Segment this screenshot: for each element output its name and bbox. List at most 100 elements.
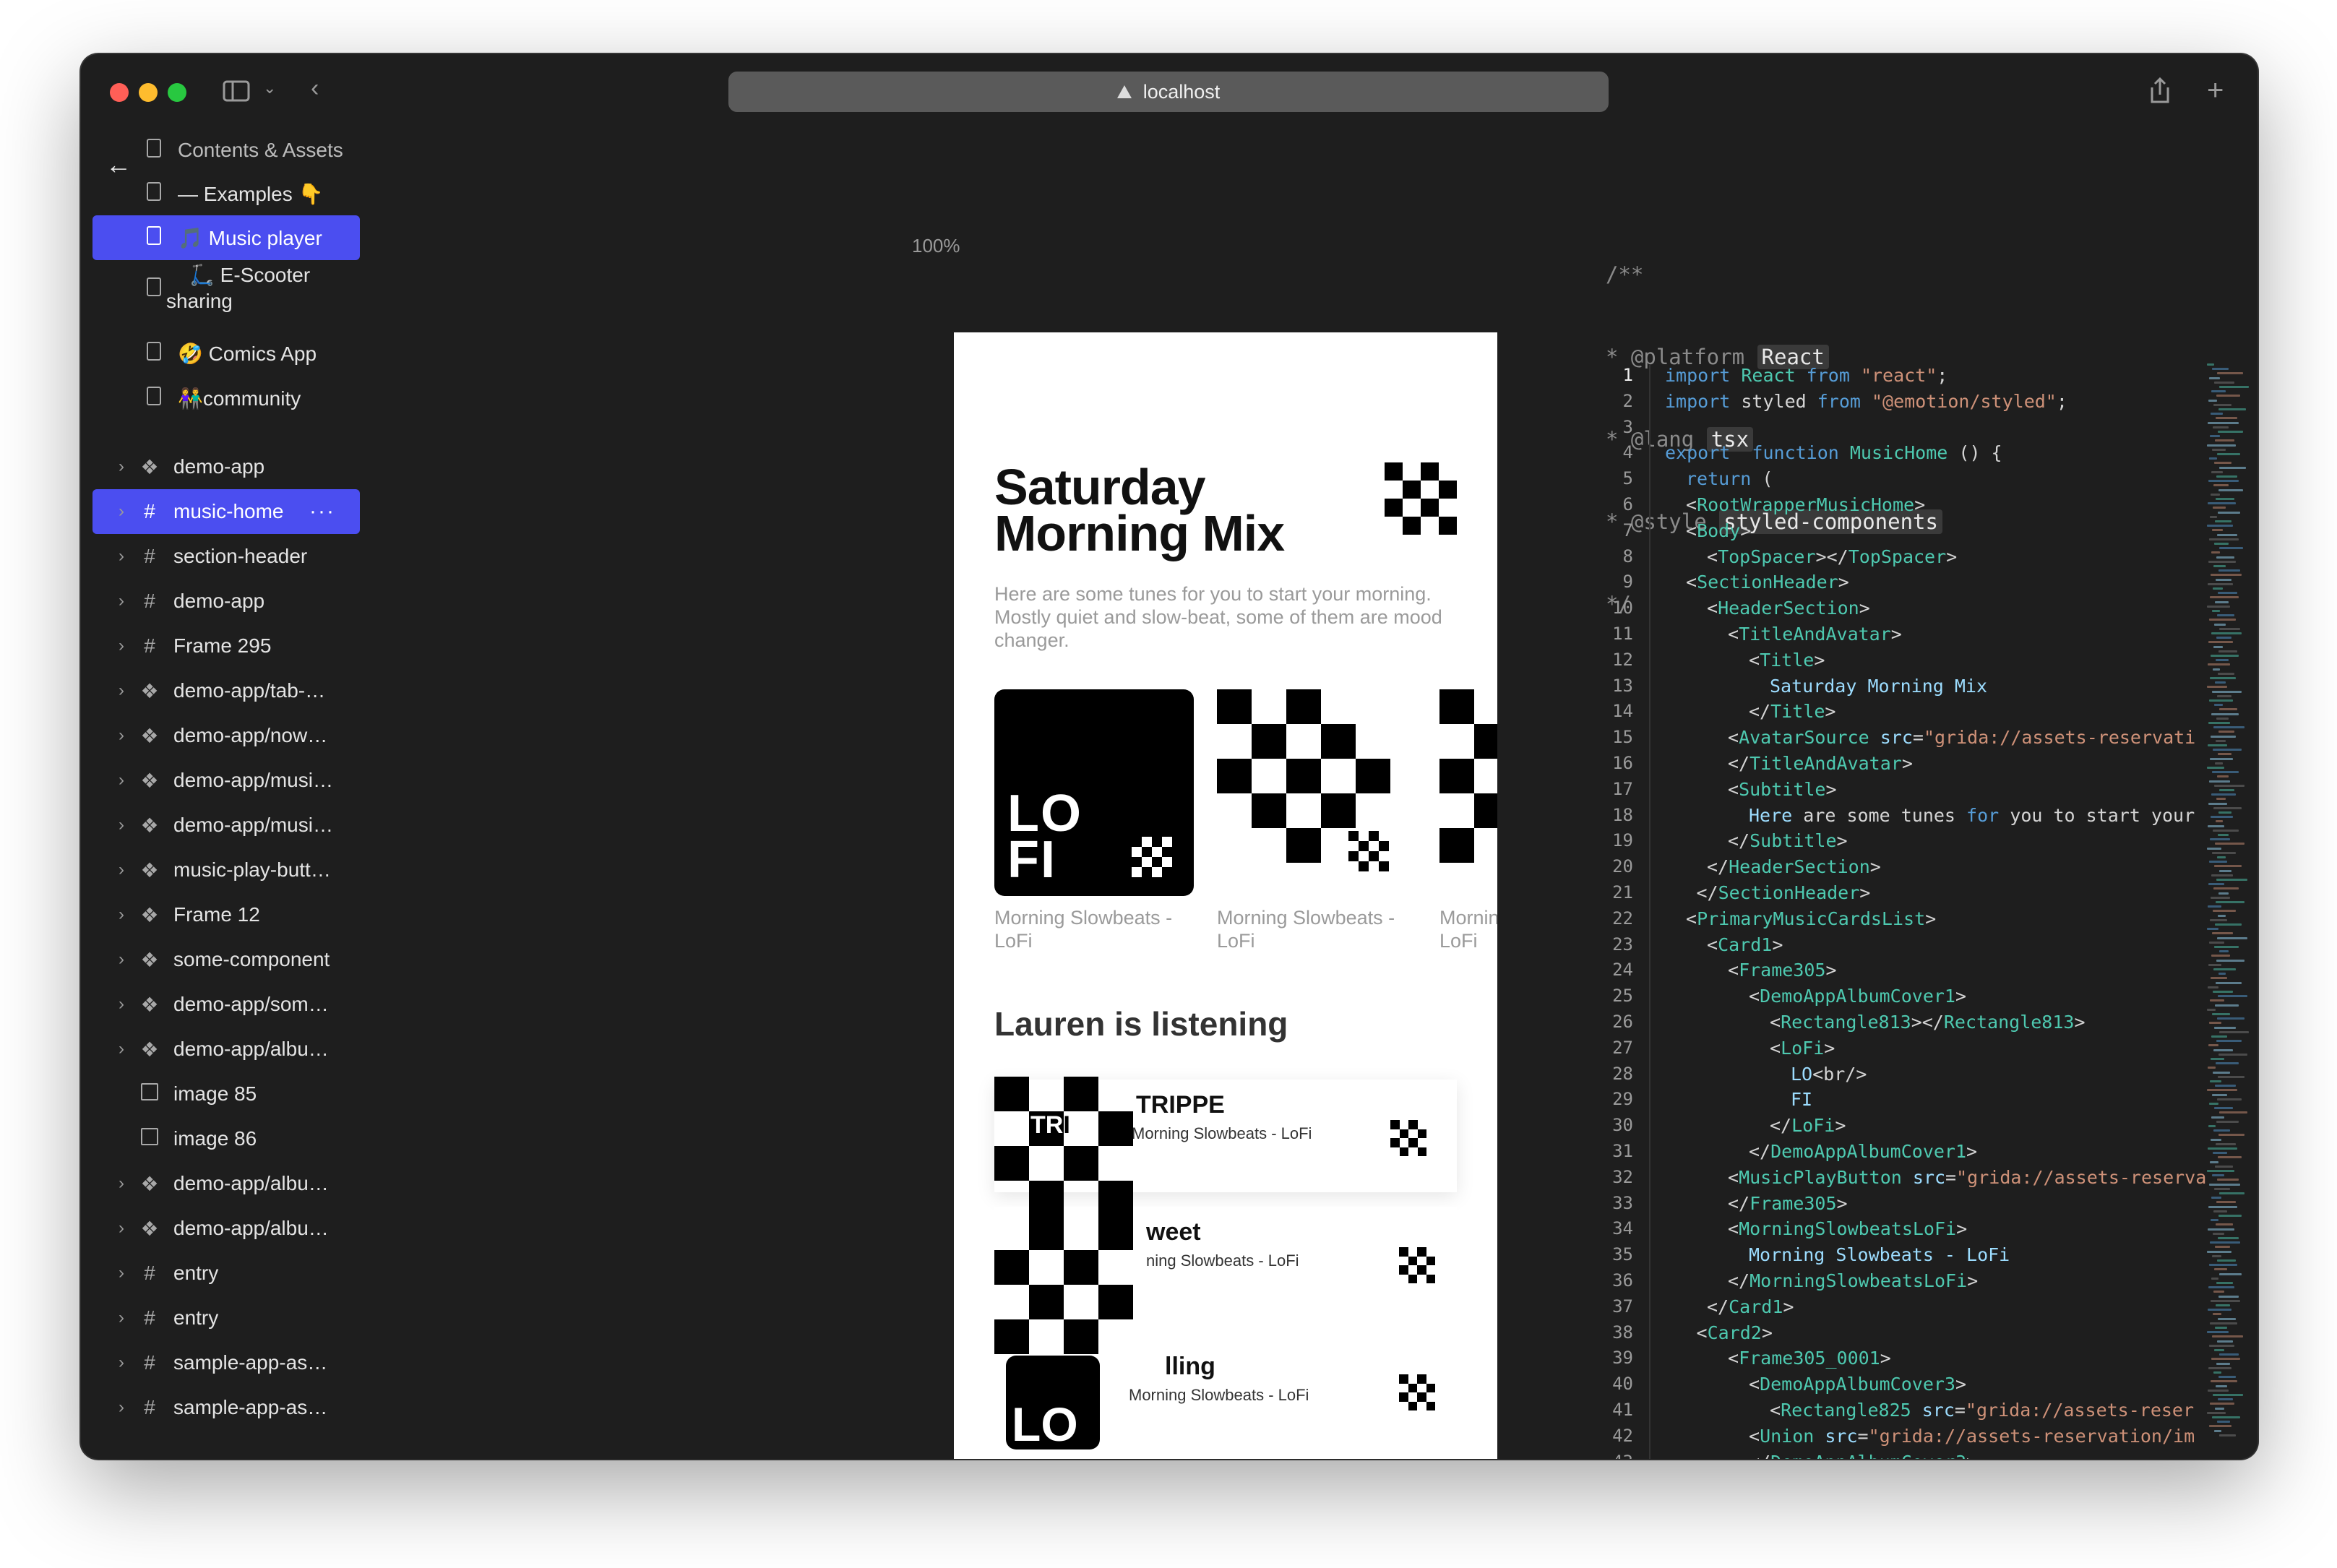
code-line[interactable]: <Card1> [1707, 934, 1783, 955]
code-line[interactable]: return ( [1686, 468, 1773, 489]
play-button-icon[interactable] [1399, 1374, 1435, 1410]
zoom-window-button[interactable] [168, 83, 186, 102]
address-bar[interactable]: localhost [728, 72, 1609, 112]
sidebar-item-component[interactable]: › ❖ demo-app/albu… [92, 1161, 360, 1206]
chevron-right-icon[interactable]: › [119, 994, 124, 1015]
sidebar-item-frame[interactable]: › # Frame 295 [92, 624, 360, 668]
chevron-right-icon[interactable]: › [119, 1039, 124, 1059]
code-line[interactable]: <Frame305> [1728, 960, 1837, 981]
code-line[interactable]: </TitleAndAvatar> [1728, 753, 1913, 774]
code-line[interactable]: Saturday Morning Mix [1770, 676, 1987, 697]
code-line[interactable]: <PrimaryMusicCardsList> [1686, 908, 1936, 929]
code-line[interactable]: </DemoAppAlbumCover3> [1749, 1452, 1977, 1459]
code-line[interactable]: <HeaderSection> [1707, 598, 1870, 619]
chevron-right-icon[interactable]: › [119, 457, 124, 477]
sidebar-item-image[interactable]: image 85 [92, 1072, 360, 1116]
sidebar-item-page[interactable]: 🎵 Music player [92, 215, 360, 260]
chevron-right-icon[interactable]: › [119, 860, 124, 880]
chevron-right-icon[interactable]: › [119, 1397, 124, 1418]
code-line[interactable]: </LoFi> [1770, 1115, 1846, 1136]
code-line[interactable]: <Rectangle825 src="grida://assets-reser [1770, 1400, 2194, 1421]
code-line[interactable]: </Subtitle> [1728, 830, 1848, 851]
chevron-right-icon[interactable]: › [119, 501, 124, 522]
code-line[interactable]: <MorningSlowbeatsLoFi> [1728, 1218, 1967, 1239]
sidebar-item-frame[interactable]: › # demo-app [92, 579, 360, 624]
sidebar-toggle-icon[interactable] [223, 80, 250, 106]
chevron-right-icon[interactable]: › [119, 681, 124, 701]
chevron-right-icon[interactable]: › [119, 770, 124, 791]
code-line[interactable]: </DemoAppAlbumCover1> [1749, 1141, 1977, 1162]
minimize-window-button[interactable] [139, 83, 158, 102]
code-line[interactable]: <SectionHeader> [1686, 572, 1849, 593]
sidebar-item-component[interactable]: › ❖ demo-app/musi… [92, 803, 360, 848]
sidebar-item-frame[interactable]: › # sample-app-as… [92, 1385, 360, 1430]
sidebar-item-component[interactable]: › ❖ demo-app [92, 444, 360, 489]
chevron-right-icon[interactable]: › [119, 1353, 124, 1373]
back-nav-icon[interactable]: ‹ [311, 76, 319, 100]
sidebar-item-component[interactable]: › ❖ demo-app/albu… [92, 1027, 360, 1072]
code-line[interactable]: <RootWrapperMusicHome> [1686, 494, 1925, 515]
code-line[interactable]: </Frame305> [1728, 1193, 1848, 1214]
close-window-button[interactable] [110, 83, 129, 102]
sidebar-item-frame[interactable]: › # sample-app-as… [92, 1340, 360, 1385]
code-line[interactable]: <Card2> [1697, 1322, 1773, 1343]
new-tab-icon[interactable]: + [2207, 76, 2224, 105]
design-canvas[interactable]: 100% Saturday Morning Mix Here are some … [370, 134, 1583, 1459]
code-line[interactable]: <TopSpacer></TopSpacer> [1707, 546, 1957, 567]
code-line[interactable]: <Body> [1686, 520, 1751, 541]
code-line[interactable]: export function MusicHome () { [1665, 442, 2002, 463]
code-minimap[interactable] [2207, 363, 2250, 1447]
code-line[interactable]: </SectionHeader> [1697, 882, 1871, 903]
chevron-right-icon[interactable]: › [119, 725, 124, 746]
more-options-icon[interactable]: ··· [309, 499, 335, 524]
chevron-right-icon[interactable]: › [119, 1263, 124, 1283]
sidebar-item-page[interactable]: 👫community [92, 376, 360, 421]
chevron-right-icon[interactable]: › [119, 949, 124, 970]
sidebar-item-frame[interactable]: › # entry [92, 1296, 360, 1340]
album-cover-partial[interactable] [1439, 689, 1497, 863]
code-line[interactable]: <Rectangle813></Rectangle813> [1770, 1012, 2086, 1033]
sidebar-item-frame[interactable]: › # entry [92, 1251, 360, 1296]
code-line[interactable]: <Union src="grida://assets-reservation/i… [1749, 1426, 2195, 1447]
code-line[interactable]: Morning Slowbeats - LoFi [1749, 1244, 2010, 1265]
play-button-icon[interactable] [1399, 1247, 1435, 1283]
code-panel[interactable]: /** * @platform React * @lang tsx * @sty… [1583, 134, 2258, 1459]
sidebar-item-component[interactable]: › ❖ demo-app/tab-… [92, 668, 360, 713]
sidebar-item-page[interactable]: Contents & Assets [92, 134, 360, 173]
play-button-icon[interactable] [1132, 837, 1172, 877]
code-line[interactable]: <LoFi> [1770, 1038, 1835, 1059]
code-line[interactable]: <MusicPlayButton src="grida://assets-res… [1728, 1167, 2206, 1188]
chevron-right-icon[interactable]: › [119, 815, 124, 835]
code-line[interactable]: <AvatarSource src="grida://assets-reserv… [1728, 727, 2195, 748]
chevron-right-icon[interactable]: › [119, 1218, 124, 1239]
album-cover-lofi[interactable]: LO FI [994, 689, 1194, 896]
chevron-right-icon[interactable]: › [119, 905, 124, 925]
code-line[interactable]: <DemoAppAlbumCover3> [1749, 1374, 1966, 1395]
chevron-right-icon[interactable]: › [119, 591, 124, 611]
code-line[interactable]: </Title> [1749, 701, 1835, 722]
sidebar-item-frame[interactable]: › # section-header [92, 534, 360, 579]
code-line[interactable]: </Card1> [1707, 1296, 1794, 1317]
code-line[interactable]: import React from "react"; [1665, 365, 1948, 386]
code-line[interactable]: FI [1791, 1089, 1812, 1110]
music-home-artboard[interactable]: Saturday Morning Mix Here are some tunes… [954, 332, 1497, 1459]
sidebar-item-frame[interactable]: › # music-home ··· [92, 489, 360, 534]
play-button-icon[interactable] [1348, 831, 1389, 871]
chevron-down-icon[interactable]: ⌄ [263, 80, 276, 96]
chevron-right-icon[interactable]: › [119, 636, 124, 656]
sidebar-item-page[interactable]: — Examples 👇 [92, 171, 360, 216]
sidebar-item-component[interactable]: › ❖ demo-app/musi… [92, 758, 360, 803]
sidebar-item-component[interactable]: › ❖ demo-app/som… [92, 982, 360, 1027]
code-line[interactable]: <Frame305_0001> [1728, 1348, 1891, 1369]
share-icon[interactable] [2149, 77, 2171, 109]
sidebar-item-image[interactable]: image 86 [92, 1116, 360, 1161]
code-line[interactable]: import styled from "@emotion/styled"; [1665, 391, 2067, 412]
sidebar-item-component[interactable]: › ❖ Frame 12 [92, 892, 360, 937]
chevron-right-icon[interactable]: › [119, 1308, 124, 1328]
sidebar-item-component[interactable]: › ❖ demo-app/now… [92, 713, 360, 758]
play-button-icon[interactable] [1390, 1120, 1426, 1156]
code-line[interactable]: <Title> [1749, 650, 1825, 671]
sidebar-item-component[interactable]: › ❖ some-component [92, 937, 360, 982]
chevron-right-icon[interactable]: › [119, 546, 124, 567]
sidebar-item-component[interactable]: › ❖ music-play-butt… [92, 848, 360, 892]
